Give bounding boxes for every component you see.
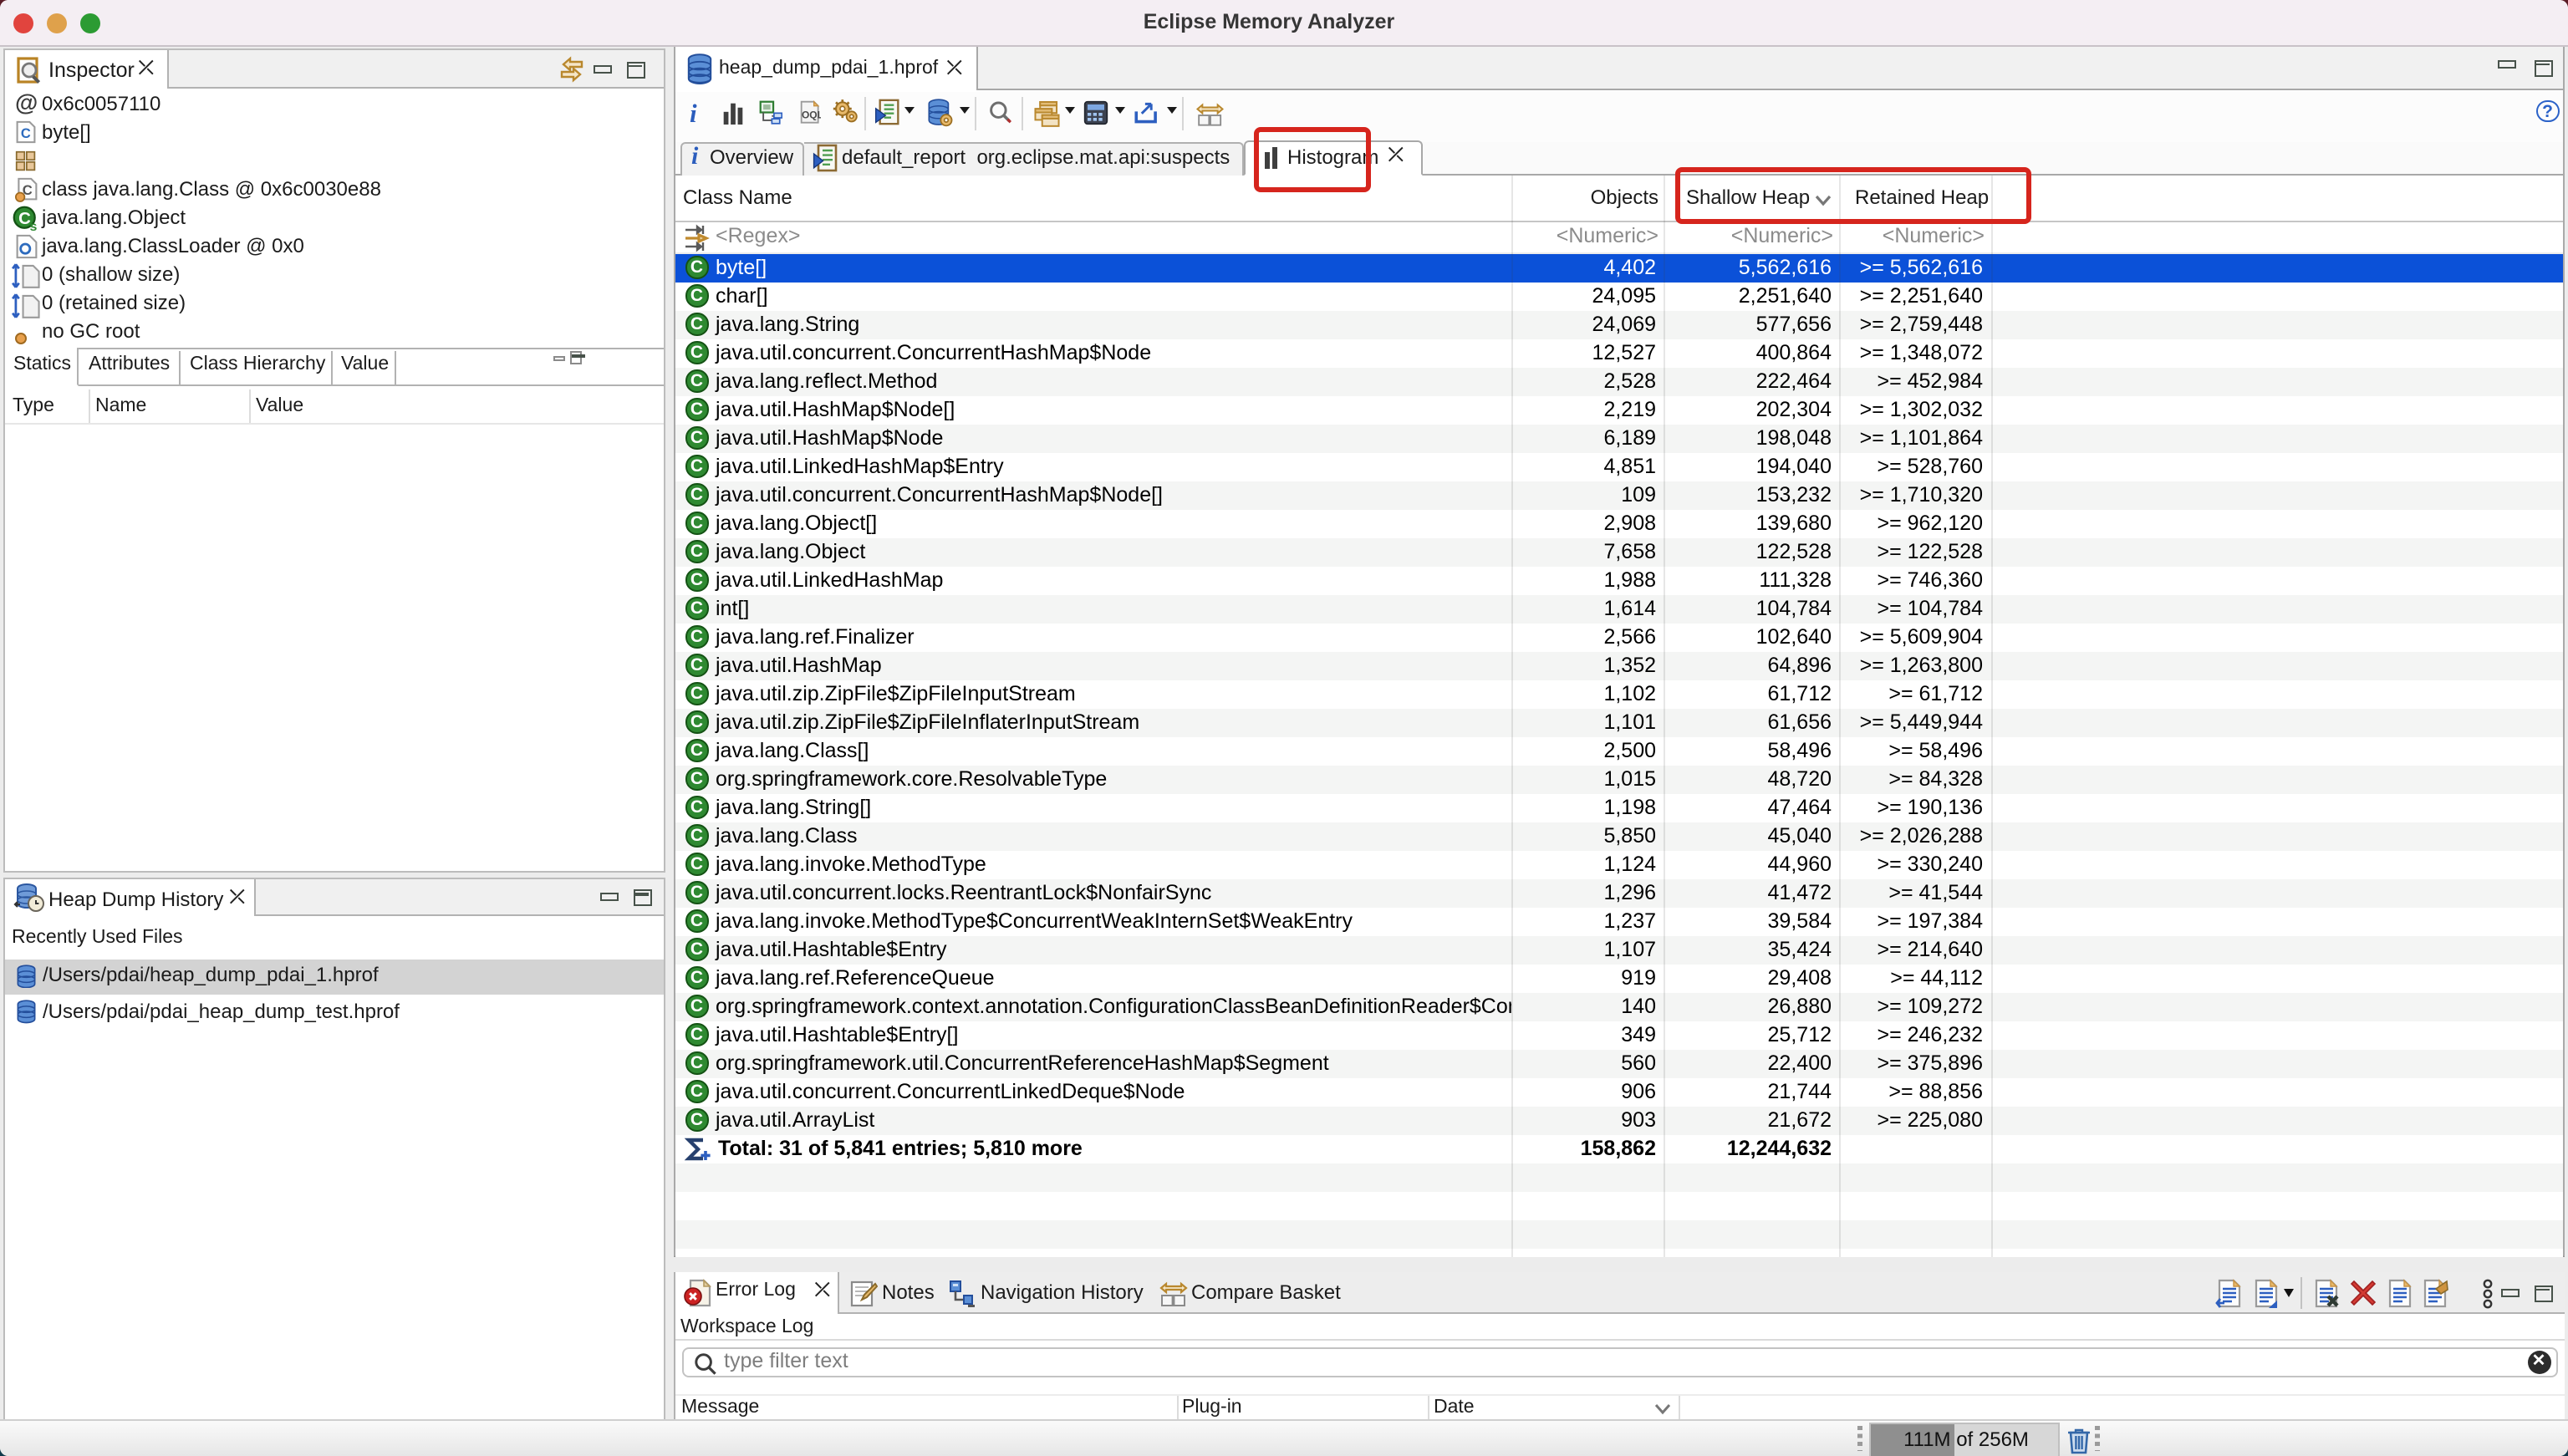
svg-text:OQL: OQL: [801, 109, 820, 120]
svg-text:C: C: [21, 126, 31, 141]
svg-text:s: s: [29, 220, 37, 232]
